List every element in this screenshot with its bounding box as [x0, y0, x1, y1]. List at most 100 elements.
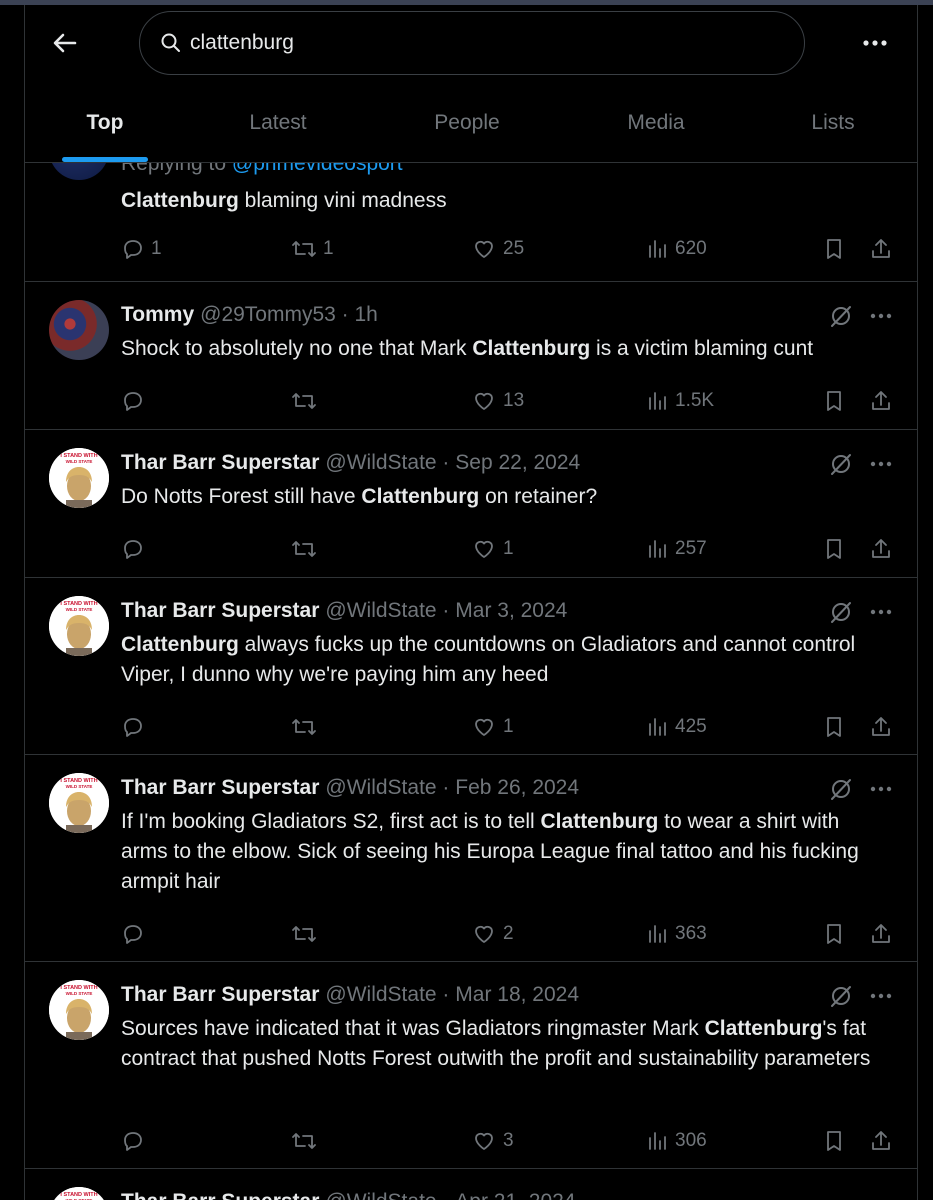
tweet-more-button[interactable] [867, 302, 895, 330]
grok-button[interactable] [827, 302, 855, 330]
tweet-timestamp[interactable]: Mar 3, 2024 [455, 599, 567, 623]
avatar[interactable]: I STAND WITHWILD STATE [49, 448, 109, 508]
author-handle[interactable]: @WildState [325, 451, 436, 475]
separator-dot: · [436, 776, 456, 799]
author-name[interactable]: Thar Barr Superstar [121, 983, 319, 1007]
retweet-button[interactable] [291, 919, 323, 949]
tweet-more-button[interactable] [867, 450, 895, 478]
views-button[interactable]: 1.5K [647, 386, 714, 416]
search-input[interactable] [190, 31, 750, 55]
column-border-right [917, 5, 918, 1200]
share-button[interactable] [869, 919, 893, 949]
reply-button[interactable] [121, 712, 151, 742]
tweet-timestamp[interactable]: Mar 18, 2024 [455, 983, 579, 1007]
bookmark-button[interactable] [823, 919, 845, 949]
separator-dot: · [437, 1190, 456, 1200]
avatar[interactable]: I STAND WITHWILD STATE [49, 1187, 109, 1200]
reply-icon [124, 240, 142, 259]
author-handle[interactable]: @WildState [325, 599, 436, 623]
more-horizontal-icon [870, 313, 892, 319]
grok-button[interactable] [827, 598, 855, 626]
reply-button[interactable] [121, 919, 151, 949]
back-button[interactable] [49, 27, 81, 59]
views-button[interactable]: 257 [647, 534, 707, 564]
tweet-header: Thar Barr Superstar @WildState · Mar 18, … [121, 982, 579, 1008]
bookmark-button[interactable] [823, 534, 845, 564]
retweet-button[interactable] [291, 386, 323, 416]
reply-button[interactable] [121, 1126, 151, 1156]
reply-button[interactable] [121, 534, 151, 564]
like-count: 1 [503, 716, 514, 737]
share-button[interactable] [869, 1126, 893, 1156]
avatar[interactable]: I STAND WITHWILD STATE [49, 773, 109, 833]
tab-latest[interactable]: Latest [225, 97, 331, 163]
retweet-button[interactable] [291, 712, 323, 742]
author-handle[interactable]: @WildState [325, 983, 436, 1007]
like-button[interactable]: 2 [471, 919, 514, 949]
author-handle[interactable]: @WildState [325, 776, 436, 800]
tweet-timestamp[interactable]: Sep 22, 2024 [455, 451, 580, 475]
retweet-button[interactable] [291, 1126, 323, 1156]
retweet-button[interactable]: 1 [291, 234, 334, 264]
grok-button[interactable] [827, 450, 855, 478]
share-button[interactable] [869, 234, 893, 264]
tweet[interactable]: I STAND WITHWILD STATE Thar Barr Supersta… [25, 755, 917, 962]
grok-button[interactable] [827, 775, 855, 803]
like-button[interactable]: 1 [471, 534, 514, 564]
retweet-button[interactable] [291, 534, 323, 564]
tweet[interactable]: Tommy @29Tommy53 · 1h Shock to absolutely … [25, 282, 917, 430]
tweet-timestamp[interactable]: Feb 26, 2024 [455, 776, 579, 800]
reply-button[interactable]: 1 [121, 234, 162, 264]
tweet[interactable]: I STAND WITHWILD STATE Thar Barr Supersta… [25, 430, 917, 578]
bookmark-button[interactable] [823, 1126, 845, 1156]
share-button[interactable] [869, 534, 893, 564]
views-button[interactable]: 425 [647, 712, 707, 742]
tweet-timestamp[interactable]: Apr 21, 2024 [455, 1190, 575, 1200]
more-horizontal-icon [870, 609, 892, 615]
views-count: 425 [675, 716, 707, 737]
like-button[interactable]: 3 [471, 1126, 514, 1156]
author-handle[interactable]: @29Tommy53 [200, 303, 336, 327]
bookmark-button[interactable] [823, 386, 845, 416]
share-button[interactable] [869, 386, 893, 416]
more-options-button[interactable] [857, 29, 893, 57]
views-count: 306 [675, 1130, 707, 1151]
like-button[interactable]: 13 [471, 386, 524, 416]
views-button[interactable]: 363 [647, 919, 707, 949]
views-button[interactable]: 306 [647, 1126, 707, 1156]
reply-icon [124, 718, 142, 737]
tweet-more-button[interactable] [867, 598, 895, 626]
tab-top[interactable]: Top [62, 97, 148, 163]
tweet[interactable]: I STAND WITHWILD STATE Thar Barr Supersta… [25, 1169, 917, 1200]
grok-button[interactable] [827, 982, 855, 1010]
like-button[interactable]: 1 [471, 712, 514, 742]
tweet[interactable]: I STAND WITHWILD STATE Thar Barr Supersta… [25, 962, 917, 1169]
share-button[interactable] [869, 712, 893, 742]
search-icon [160, 32, 182, 54]
author-name[interactable]: Thar Barr Superstar [121, 1190, 319, 1200]
views-count: 257 [675, 538, 707, 559]
bookmark-button[interactable] [823, 712, 845, 742]
tweet-timestamp[interactable]: 1h [355, 303, 378, 327]
author-name[interactable]: Thar Barr Superstar [121, 451, 319, 475]
avatar[interactable]: I STAND WITHWILD STATE [49, 980, 109, 1040]
tweet-more-button[interactable] [867, 775, 895, 803]
avatar[interactable] [49, 300, 109, 360]
avatar[interactable]: I STAND WITHWILD STATE [49, 596, 109, 656]
author-name[interactable]: Tommy [121, 303, 194, 327]
like-count: 13 [503, 390, 525, 411]
author-name[interactable]: Thar Barr Superstar [121, 776, 319, 800]
reply-button[interactable] [121, 386, 151, 416]
views-button[interactable]: 620 [647, 234, 707, 264]
tweet-more-button[interactable] [867, 982, 895, 1010]
tab-lists[interactable]: Lists [793, 97, 873, 163]
tab-media[interactable]: Media [605, 97, 707, 163]
author-handle[interactable]: @WildState [325, 1190, 436, 1200]
tweet-text: Clattenburg always fucks up the countdow… [121, 630, 891, 690]
tweet[interactable]: I STAND WITHWILD STATE Thar Barr Supersta… [25, 578, 917, 755]
like-button[interactable]: 25 [471, 234, 524, 264]
tab-people[interactable]: People [417, 97, 517, 163]
search-box[interactable] [139, 11, 805, 75]
author-name[interactable]: Thar Barr Superstar [121, 599, 319, 623]
bookmark-button[interactable] [823, 234, 845, 264]
